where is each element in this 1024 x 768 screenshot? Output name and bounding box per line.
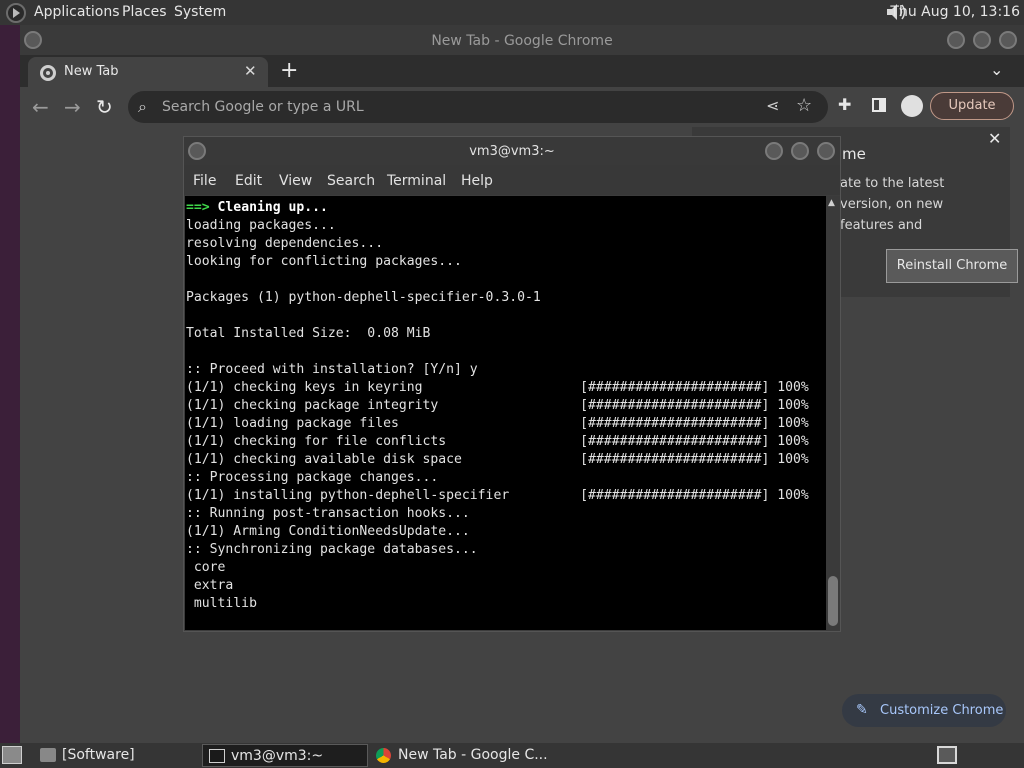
scrollbar-thumb[interactable]: [828, 576, 838, 626]
omnibox-placeholder: Search Google or type a URL: [162, 99, 364, 115]
bottom-panel: [Software] vm3@vm3:~ New Tab - Google C.…: [0, 743, 1024, 768]
clock[interactable]: Thu Aug 10, 13:16: [890, 4, 1020, 20]
extensions-icon[interactable]: ✚: [838, 95, 851, 114]
window-title: New Tab - Google Chrome: [431, 33, 613, 49]
terminal-title: vm3@vm3:~: [469, 144, 555, 159]
bookmark-star-icon[interactable]: ☆: [796, 95, 812, 116]
terminal-heading-line: ==> Cleaning up...: [186, 199, 809, 217]
terminal-menu-terminal[interactable]: Terminal: [387, 173, 446, 189]
chrome-icon: [376, 748, 391, 763]
bubble-body: ate to the latest version, on new featur…: [840, 176, 945, 233]
software-icon: [40, 748, 56, 762]
terminal-line: :: Proceed with installation? [Y/n] y: [186, 362, 478, 377]
terminal-menu-search[interactable]: Search: [327, 173, 375, 189]
terminal-menu-view[interactable]: View: [279, 173, 312, 189]
chrome-favicon-icon: [40, 65, 56, 81]
terminal-heading: Cleaning up...: [209, 200, 328, 215]
omnibox[interactable]: ⌕ Search Google or type a URL ⋖ ☆: [128, 91, 828, 123]
terminal-menubar: File Edit View Search Terminal Help: [184, 165, 840, 195]
terminal-line-list: loading packages... resolving dependencie…: [186, 217, 809, 613]
terminal-line: :: Processing package changes...: [186, 470, 439, 485]
close-button[interactable]: [999, 31, 1017, 49]
bubble-title: me: [842, 145, 866, 163]
terminal-line: :: Running post-transaction hooks...: [186, 506, 470, 521]
workspace-switcher[interactable]: [937, 746, 957, 764]
customize-label: Customize Chrome: [880, 703, 1004, 718]
share-icon[interactable]: ⋖: [766, 96, 779, 115]
terminal-line: (1/1) checking keys in keyring [########…: [186, 380, 809, 395]
new-tab-button[interactable]: +: [280, 58, 298, 83]
profile-avatar-icon[interactable]: [901, 95, 923, 117]
tab-close-icon[interactable]: ✕: [244, 62, 257, 80]
terminal-menu-help[interactable]: Help: [461, 173, 493, 189]
toolbar: ← → ↻ ⌕ Search Google or type a URL ⋖ ☆ …: [20, 87, 1024, 127]
search-icon: ⌕: [138, 97, 147, 116]
terminal-line: Packages (1) python-dephell-specifier-0.…: [186, 290, 541, 305]
reinstall-chrome-button[interactable]: Reinstall Chrome: [886, 249, 1018, 283]
menu-applications[interactable]: Applications: [34, 4, 120, 20]
reload-icon[interactable]: ↻: [96, 95, 113, 119]
terminal-line: loading packages...: [186, 218, 336, 233]
menu-system[interactable]: System: [174, 4, 226, 20]
terminal-line: (1/1) checking package integrity [######…: [186, 398, 809, 413]
tab-label: New Tab: [64, 64, 119, 79]
terminal-maximize-button[interactable]: [791, 142, 809, 160]
scroll-up-icon[interactable]: ▲: [828, 198, 835, 208]
tab-search-chevron-icon[interactable]: ⌄: [990, 60, 1003, 79]
terminal-window: vm3@vm3:~ File Edit View Search Terminal…: [183, 136, 841, 632]
bubble-close-icon[interactable]: ✕: [988, 129, 1001, 148]
terminal-arrow: ==>: [186, 200, 210, 215]
forward-icon[interactable]: →: [64, 95, 81, 119]
show-desktop-icon[interactable]: [2, 746, 22, 764]
terminal-scrollbar[interactable]: ▲: [826, 196, 840, 630]
back-icon[interactable]: ←: [32, 95, 49, 119]
terminal-line: resolving dependencies...: [186, 236, 384, 251]
terminal-line: (1/1) checking for file conflicts [#####…: [186, 434, 809, 449]
task-label: [Software]: [62, 747, 135, 763]
terminal-line: extra: [186, 578, 234, 593]
update-button[interactable]: Update: [930, 92, 1014, 120]
terminal-line: (1/1) installing python-dephell-specifie…: [186, 488, 809, 503]
maximize-button[interactable]: [973, 31, 991, 49]
terminal-menu-file[interactable]: File: [193, 173, 216, 189]
task-label: vm3@vm3:~: [231, 748, 324, 764]
terminal-line: :: Synchronizing package databases...: [186, 542, 478, 557]
task-label: New Tab - Google C...: [398, 747, 548, 763]
customize-chrome-button[interactable]: ✎ Customize Chrome: [842, 694, 1006, 727]
tab-strip: New Tab ✕ + ⌄: [20, 55, 1024, 87]
minimize-button[interactable]: [947, 31, 965, 49]
chrome-titlebar[interactable]: New Tab - Google Chrome: [20, 25, 1024, 55]
terminal-lines: ==> Cleaning up... loading packages... re…: [186, 199, 809, 613]
terminal-titlebar[interactable]: vm3@vm3:~: [184, 137, 840, 165]
menu-places[interactable]: Places: [122, 4, 167, 20]
task-chrome[interactable]: New Tab - Google C...: [370, 744, 570, 767]
task-software[interactable]: [Software]: [34, 744, 198, 767]
terminal-line: (1/1) loading package files [###########…: [186, 416, 809, 431]
pencil-icon: ✎: [856, 702, 868, 718]
distro-logo-icon[interactable]: [6, 3, 26, 23]
terminal-line: (1/1) checking available disk space [###…: [186, 452, 809, 467]
top-panel: Applications Places System Thu Aug 10, 1…: [0, 0, 1024, 25]
terminal-line: (1/1) Arming ConditionNeedsUpdate...: [186, 524, 470, 539]
terminal-minimize-button[interactable]: [765, 142, 783, 160]
terminal-line: Total Installed Size: 0.08 MiB: [186, 326, 431, 341]
terminal-line: looking for conflicting packages...: [186, 254, 462, 269]
terminal-close-button[interactable]: [817, 142, 835, 160]
terminal-menu-edit[interactable]: Edit: [235, 173, 262, 189]
tab-new-tab[interactable]: New Tab ✕: [28, 57, 268, 87]
terminal-line: multilib: [186, 596, 257, 611]
desktop-background: [0, 25, 20, 743]
terminal-line: core: [186, 560, 226, 575]
task-terminal[interactable]: vm3@vm3:~: [202, 744, 368, 767]
terminal-output[interactable]: ==> Cleaning up... loading packages... re…: [185, 196, 826, 630]
terminal-icon: [209, 749, 225, 763]
side-panel-icon[interactable]: [872, 98, 886, 112]
